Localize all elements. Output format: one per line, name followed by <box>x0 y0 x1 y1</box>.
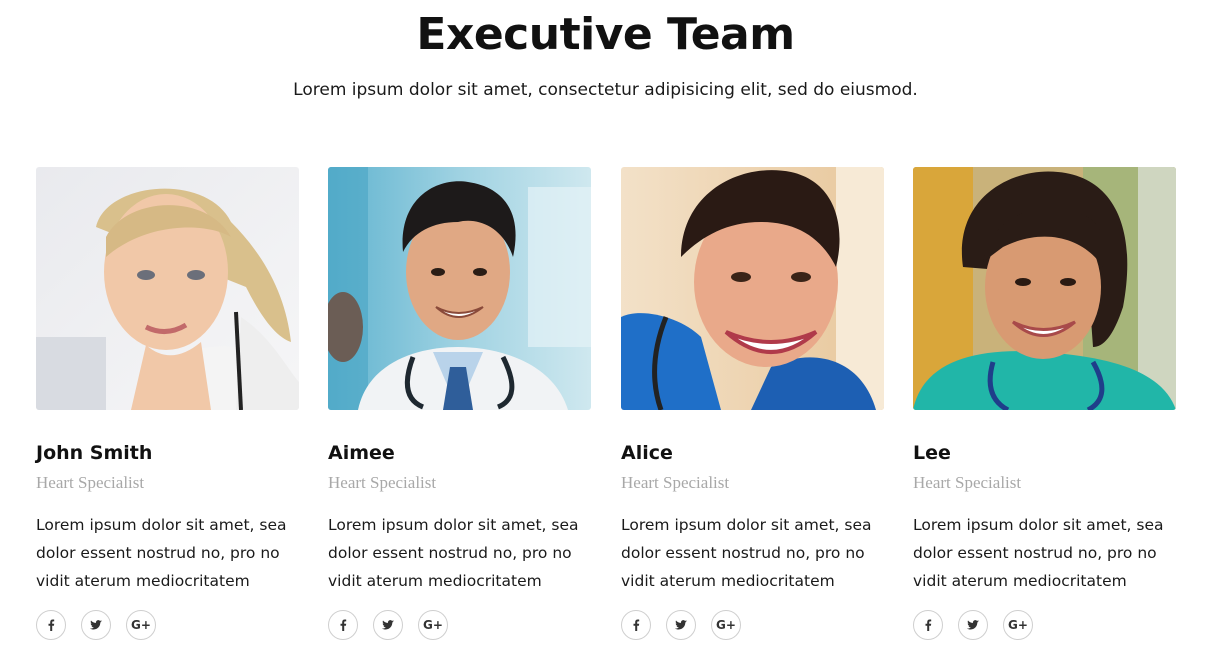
twitter-icon[interactable] <box>666 610 696 640</box>
team-card: John Smith Heart Specialist Lorem ipsum … <box>36 167 299 640</box>
google-plus-icon[interactable]: G+ <box>126 610 156 640</box>
social-links: G+ <box>328 610 448 640</box>
member-photo <box>36 167 299 410</box>
social-links: G+ <box>621 610 741 640</box>
member-role: Heart Specialist <box>36 473 145 492</box>
twitter-icon[interactable] <box>958 610 988 640</box>
member-role: Heart Specialist <box>913 473 1022 492</box>
facebook-icon[interactable] <box>36 610 66 640</box>
google-plus-icon[interactable]: G+ <box>1003 610 1033 640</box>
google-plus-icon[interactable]: G+ <box>711 610 741 640</box>
member-bio: Lorem ipsum dolor sit amet, sea dolor es… <box>328 516 579 590</box>
social-links: G+ <box>36 610 156 640</box>
google-plus-icon[interactable]: G+ <box>418 610 448 640</box>
facebook-icon[interactable] <box>621 610 651 640</box>
member-role: Heart Specialist <box>328 473 437 492</box>
team-card: Lee Heart Specialist Lorem ipsum dolor s… <box>913 167 1176 640</box>
member-name: Lee <box>913 442 951 464</box>
social-links: G+ <box>913 610 1033 640</box>
member-photo <box>328 167 591 410</box>
facebook-icon[interactable] <box>913 610 943 640</box>
twitter-icon[interactable] <box>81 610 111 640</box>
member-bio: Lorem ipsum dolor sit amet, sea dolor es… <box>36 516 287 590</box>
member-role: Heart Specialist <box>621 473 730 492</box>
member-photo <box>913 167 1176 410</box>
member-name: Alice <box>621 442 673 464</box>
member-bio: Lorem ipsum dolor sit amet, sea dolor es… <box>913 516 1164 590</box>
member-name: Aimee <box>328 442 395 464</box>
member-bio: Lorem ipsum dolor sit amet, sea dolor es… <box>621 516 872 590</box>
facebook-icon[interactable] <box>328 610 358 640</box>
section-subtitle: Lorem ipsum dolor sit amet, consectetur … <box>293 80 918 100</box>
member-photo <box>621 167 884 410</box>
section-title: Executive Team <box>416 9 795 60</box>
member-name: John Smith <box>36 442 153 464</box>
team-card: Aimee Heart Specialist Lorem ipsum dolor… <box>328 167 591 640</box>
twitter-icon[interactable] <box>373 610 403 640</box>
team-card: Alice Heart Specialist Lorem ipsum dolor… <box>621 167 884 640</box>
